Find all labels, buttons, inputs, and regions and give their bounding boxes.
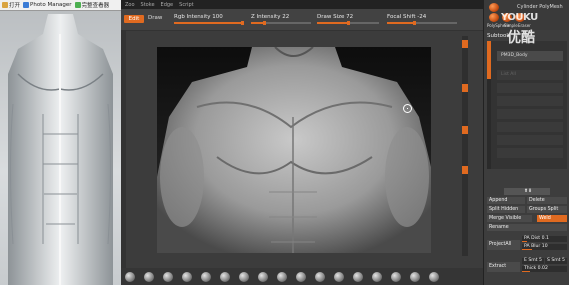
brush-tray bbox=[121, 268, 483, 285]
brush-icon[interactable] bbox=[410, 272, 420, 282]
reference-viewer: 打开 Photo Manager 完整查看器 bbox=[0, 0, 121, 285]
tool-name: Cylinder PolyMesh bbox=[517, 4, 563, 10]
brush-icon[interactable] bbox=[258, 272, 268, 282]
split-hidden-button[interactable]: Split Hidden bbox=[487, 206, 525, 213]
sphere-tool-icon[interactable] bbox=[489, 3, 499, 12]
menu-zoo[interactable]: Zoo bbox=[125, 2, 135, 8]
z-intensity-label: Z Intensity 22 bbox=[251, 14, 290, 20]
anatomy-reference-image bbox=[8, 14, 113, 285]
rgb-intensity-slider[interactable] bbox=[174, 21, 244, 25]
menu-stoke[interactable]: Stoke bbox=[141, 2, 155, 8]
brush-icon[interactable] bbox=[277, 272, 287, 282]
menu-edge[interactable]: Edge bbox=[161, 2, 174, 8]
watermark-text: 优酷 bbox=[507, 30, 535, 46]
photo-manager-icon bbox=[23, 2, 30, 8]
brush-toolbar: Edit Draw Rgb Intensity 100 Z Intensity … bbox=[121, 9, 483, 31]
brush-icon[interactable] bbox=[315, 272, 325, 282]
subtool-row[interactable] bbox=[497, 135, 563, 145]
folder-icon bbox=[2, 2, 8, 8]
watermark-logo: YOUKU bbox=[501, 12, 538, 23]
brush-icon[interactable] bbox=[220, 272, 230, 282]
subtool-row[interactable] bbox=[497, 109, 563, 119]
brush-icon[interactable] bbox=[125, 272, 135, 282]
polysphere-icon[interactable] bbox=[489, 13, 499, 22]
project-all-button[interactable]: ProjectAll bbox=[487, 240, 520, 250]
open-button[interactable]: 打开 bbox=[2, 1, 20, 9]
merge-visible-button[interactable]: Merge Visible bbox=[487, 215, 532, 222]
weld-toggle[interactable]: Weld bbox=[537, 215, 567, 222]
full-viewer-button[interactable]: 完整查看器 bbox=[74, 1, 109, 9]
s-smt-slider[interactable]: S Smt 5 bbox=[545, 258, 567, 264]
subtool-row[interactable] bbox=[497, 83, 563, 93]
rgb-intensity-label: Rgb Intensity 100 bbox=[174, 14, 223, 20]
subtool-scroll[interactable] bbox=[487, 41, 491, 169]
subtool-heading[interactable]: Subtool bbox=[487, 33, 508, 39]
focal-shift-slider[interactable] bbox=[387, 21, 457, 25]
left-tray bbox=[121, 30, 126, 275]
subtool-row[interactable] bbox=[497, 96, 563, 106]
delete-button[interactable]: Delete bbox=[527, 197, 567, 204]
focal-shift-label: Focal Shift -24 bbox=[387, 14, 427, 20]
subtool-row[interactable] bbox=[497, 122, 563, 132]
brush-icon[interactable] bbox=[372, 272, 382, 282]
brush-icon[interactable] bbox=[239, 272, 249, 282]
subtool-arrows[interactable]: ⬆⬇ bbox=[504, 188, 550, 195]
subtool-list: PM3D_Body List All bbox=[487, 41, 567, 169]
draw-button[interactable]: Draw bbox=[148, 15, 162, 21]
z-intensity-slider[interactable] bbox=[251, 21, 311, 25]
edit-button[interactable]: Edit bbox=[124, 15, 144, 23]
list-all-label: List All bbox=[501, 72, 516, 77]
sculpt-canvas[interactable] bbox=[157, 47, 431, 253]
brush-icon[interactable] bbox=[182, 272, 192, 282]
pa-blur-slider[interactable]: PA Blur 10 bbox=[522, 244, 567, 250]
subtool-row[interactable]: List All bbox=[497, 70, 563, 80]
menu-script[interactable]: Script bbox=[179, 2, 194, 8]
photo-manager-button[interactable]: Photo Manager bbox=[23, 2, 72, 8]
brush-icon[interactable] bbox=[353, 272, 363, 282]
brush-cursor bbox=[403, 104, 412, 113]
brush-icon[interactable] bbox=[334, 272, 344, 282]
viewer-icon bbox=[74, 2, 81, 8]
append-button[interactable]: Append bbox=[487, 197, 525, 204]
subtool-row[interactable]: PM3D_Body bbox=[497, 51, 563, 61]
e-smt-slider[interactable]: E Smt 5 bbox=[522, 258, 544, 264]
subtool-row[interactable] bbox=[497, 148, 563, 158]
brush-icon[interactable] bbox=[163, 272, 173, 282]
brush-icon[interactable] bbox=[296, 272, 306, 282]
brush-icon[interactable] bbox=[144, 272, 154, 282]
rename-button[interactable]: Rename bbox=[487, 224, 567, 231]
draw-size-slider[interactable] bbox=[317, 21, 379, 25]
extract-button[interactable]: Extract bbox=[487, 262, 520, 272]
thick-slider[interactable]: Thick 0.02 bbox=[522, 266, 567, 272]
canvas-scrollbar[interactable] bbox=[462, 36, 468, 256]
reference-toolbar: 打开 Photo Manager 完整查看器 bbox=[0, 0, 121, 11]
groups-split-button[interactable]: Groups Split bbox=[527, 206, 567, 213]
brush-icon[interactable] bbox=[201, 272, 211, 282]
brush-icon[interactable] bbox=[429, 272, 439, 282]
zbrush-window: Zoo Stoke Edge Script Edit Draw Rgb Inte… bbox=[121, 0, 569, 285]
brush-icon[interactable] bbox=[391, 272, 401, 282]
draw-size-label: Draw Size 72 bbox=[317, 14, 354, 20]
pa-dist-slider[interactable]: PA Dist 0.1 bbox=[522, 236, 567, 242]
